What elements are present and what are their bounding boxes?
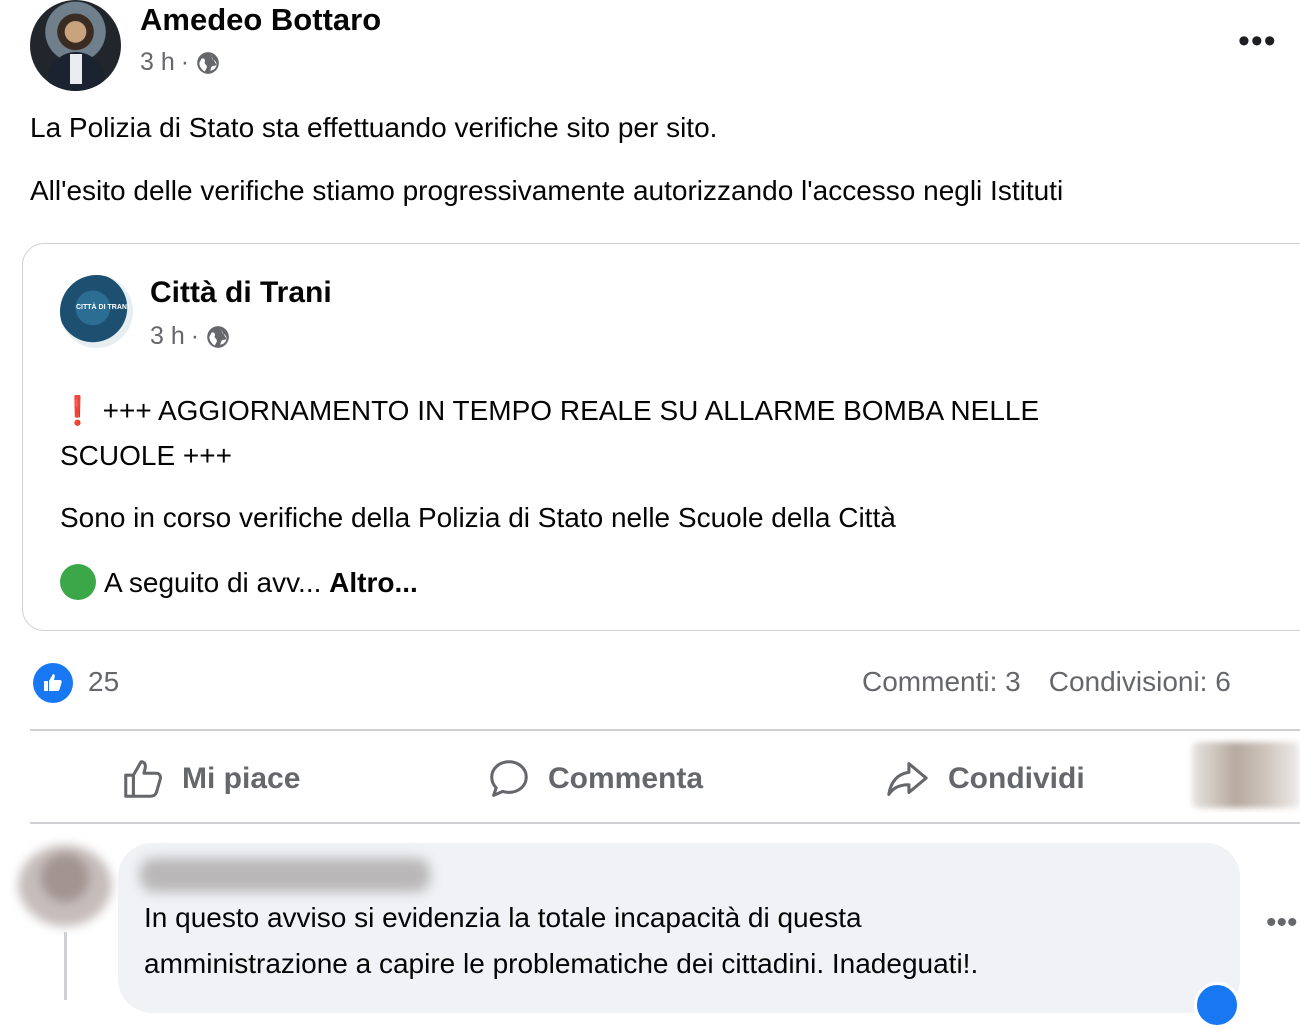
green-circle-icon	[60, 564, 96, 600]
comments-count[interactable]: Commenti: 3	[862, 666, 1021, 697]
post-time[interactable]: 3 h	[140, 48, 175, 77]
share-arrow-icon	[887, 762, 928, 796]
commenter-avatar-blurred[interactable]	[18, 845, 112, 927]
post-meta: 3 h ·	[140, 48, 221, 77]
commenter-name-blurred[interactable]	[140, 858, 430, 892]
shared-headline-line-2: SCUOLE +++	[60, 440, 232, 471]
divider	[30, 729, 1300, 731]
like-button[interactable]: Mi piace	[120, 752, 300, 806]
like-count[interactable]: 25	[88, 666, 119, 698]
post-text-line-2: All'esito delle verifiche stiamo progres…	[30, 175, 1064, 206]
comment-button[interactable]: Commenta	[486, 752, 703, 806]
share-button[interactable]: Condividi	[882, 752, 1085, 806]
shared-post-time[interactable]: 3 h	[150, 322, 185, 351]
author-avatar[interactable]	[30, 0, 121, 91]
shared-headline-line-1: ❗ +++ AGGIORNAMENTO IN TEMPO REALE SU AL…	[60, 394, 1039, 427]
post-options-icon[interactable]: •••	[1238, 22, 1277, 61]
like-reaction-icon[interactable]	[33, 663, 73, 703]
page-avatar-label: CITTÀ DI TRANI	[76, 304, 129, 311]
headline-text: +++ AGGIORNAMENTO IN TEMPO REALE SU ALLA…	[102, 395, 1040, 426]
globe-icon	[197, 51, 219, 74]
viewer-avatar-blurred[interactable]	[1192, 742, 1300, 808]
comment-bubble-icon	[490, 760, 528, 797]
comment-button-label: Commenta	[548, 762, 704, 795]
comment-text-line-2: amministrazione a capire le problematich…	[144, 948, 979, 979]
exclamation-icon: ❗	[60, 395, 95, 426]
comment-like-reaction-icon[interactable]	[1194, 982, 1240, 1028]
truncated-text: A seguito di avv...	[104, 567, 322, 598]
shared-text-line: Sono in corso verifiche della Polizia di…	[60, 502, 896, 533]
shared-text-truncated: A seguito di avv... Altro...	[60, 564, 418, 600]
post-stats: Commenti: 3 Condivisioni: 6	[862, 666, 1231, 698]
comment-text-line-1: In questo avviso si evidenzia la totale …	[144, 902, 862, 933]
comment-options-icon[interactable]: •••	[1266, 906, 1298, 940]
page-avatar[interactable]: CITTÀ DI TRANI	[60, 275, 133, 348]
share-button-label: Condividi	[948, 762, 1085, 795]
shared-post-meta: 3 h ·	[150, 322, 231, 351]
like-button-label: Mi piace	[182, 762, 301, 795]
meta-separator: ·	[190, 322, 200, 350]
thread-line	[64, 932, 67, 1000]
author-name[interactable]: Amedeo Bottaro	[140, 2, 381, 38]
shares-count[interactable]: Condivisioni: 6	[1049, 666, 1231, 697]
divider	[30, 822, 1300, 824]
post-text-line-1: La Polizia di Stato sta effettuando veri…	[30, 112, 718, 143]
thumbs-up-icon	[124, 760, 162, 798]
meta-separator: ·	[180, 48, 190, 76]
shared-page-name[interactable]: Città di Trani	[150, 276, 332, 310]
globe-icon	[207, 325, 229, 348]
see-more-link[interactable]: Altro...	[329, 567, 418, 598]
